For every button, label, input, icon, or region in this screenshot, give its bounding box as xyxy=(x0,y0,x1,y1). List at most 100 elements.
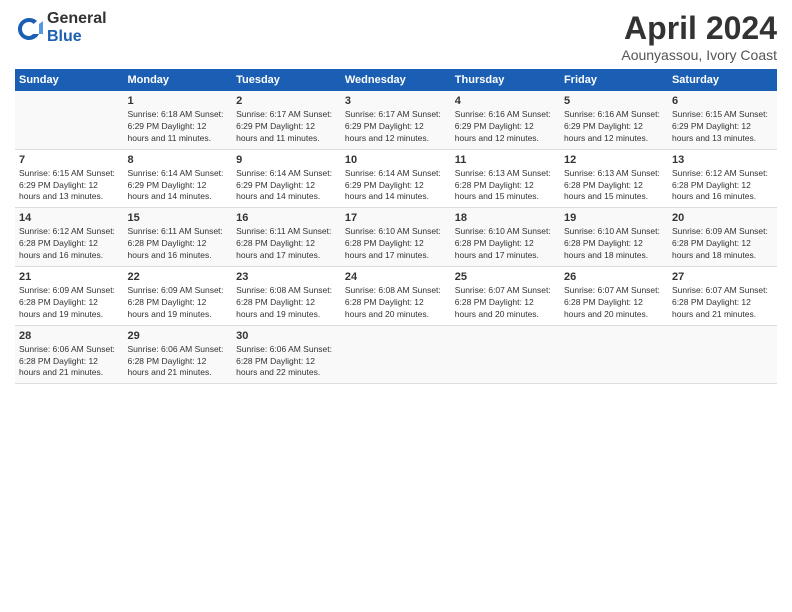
title-block: April 2024 Aounyassou, Ivory Coast xyxy=(621,10,777,63)
week-row-3: 21 Sunrise: 6:09 AM Sunset: 6:28 PM Dayli… xyxy=(15,267,777,326)
header-friday: Friday xyxy=(560,69,668,91)
day-cell: 10Sunrise: 6:14 AM Sunset: 6:29 PM Dayli… xyxy=(341,149,451,208)
day-info: Sunrise: 6:14 AM Sunset: 6:29 PM Dayligh… xyxy=(345,168,447,204)
day-number: 7 xyxy=(19,154,119,166)
day-cell xyxy=(15,91,123,149)
day-info: Sunrise: 6:18 AM Sunset: 6:29 PM Dayligh… xyxy=(127,109,228,145)
day-number: 17 xyxy=(345,212,447,224)
day-cell: 13Sunrise: 6:12 AM Sunset: 6:28 PM Dayli… xyxy=(668,149,777,208)
title-month: April 2024 xyxy=(621,10,777,47)
day-cell: 3 Sunrise: 6:17 AM Sunset: 6:29 PM Daylig… xyxy=(341,91,451,149)
day-cell: 16Sunrise: 6:11 AM Sunset: 6:28 PM Dayli… xyxy=(232,208,341,267)
day-number: 29 xyxy=(127,330,228,342)
day-info: Sunrise: 6:09 AM Sunset: 6:28 PM Dayligh… xyxy=(672,226,773,262)
day-info: Sunrise: 6:15 AM Sunset: 6:29 PM Dayligh… xyxy=(672,109,773,145)
day-info: Sunrise: 6:11 AM Sunset: 6:28 PM Dayligh… xyxy=(127,226,228,262)
day-cell: 19 Sunrise: 6:10 AM Sunset: 6:28 PM Dayli… xyxy=(560,208,668,267)
day-number: 8 xyxy=(127,154,228,166)
header-row: Sunday Monday Tuesday Wednesday Thursday… xyxy=(15,69,777,91)
day-info: Sunrise: 6:06 AM Sunset: 6:28 PM Dayligh… xyxy=(127,344,228,380)
day-info: Sunrise: 6:17 AM Sunset: 6:29 PM Dayligh… xyxy=(236,109,337,145)
day-number: 1 xyxy=(127,95,228,107)
day-cell: 27 Sunrise: 6:07 AM Sunset: 6:28 PM Dayli… xyxy=(668,267,777,326)
day-cell: 17 Sunrise: 6:10 AM Sunset: 6:28 PM Dayli… xyxy=(341,208,451,267)
header-thursday: Thursday xyxy=(451,69,560,91)
day-info: Sunrise: 6:08 AM Sunset: 6:28 PM Dayligh… xyxy=(345,285,447,321)
day-number: 12 xyxy=(564,154,664,166)
day-number: 4 xyxy=(455,95,556,107)
day-cell: 9Sunrise: 6:14 AM Sunset: 6:29 PM Daylig… xyxy=(232,149,341,208)
day-number: 3 xyxy=(345,95,447,107)
day-cell: 24 Sunrise: 6:08 AM Sunset: 6:28 PM Dayli… xyxy=(341,267,451,326)
day-cell xyxy=(560,325,668,384)
header-sunday: Sunday xyxy=(15,69,123,91)
logo-general-text: General xyxy=(47,10,107,28)
day-cell: 14 Sunrise: 6:12 AM Sunset: 6:28 PM Dayli… xyxy=(15,208,123,267)
day-info: Sunrise: 6:09 AM Sunset: 6:28 PM Dayligh… xyxy=(19,285,119,321)
day-number: 14 xyxy=(19,212,119,224)
day-cell: 26Sunrise: 6:07 AM Sunset: 6:28 PM Dayli… xyxy=(560,267,668,326)
day-cell: 11 Sunrise: 6:13 AM Sunset: 6:28 PM Dayli… xyxy=(451,149,560,208)
day-number: 23 xyxy=(236,271,337,283)
header-monday: Monday xyxy=(123,69,232,91)
header-saturday: Saturday xyxy=(668,69,777,91)
day-number: 6 xyxy=(672,95,773,107)
day-cell: 18Sunrise: 6:10 AM Sunset: 6:28 PM Dayli… xyxy=(451,208,560,267)
day-cell: 4 Sunrise: 6:16 AM Sunset: 6:29 PM Daylig… xyxy=(451,91,560,149)
day-info: Sunrise: 6:10 AM Sunset: 6:28 PM Dayligh… xyxy=(564,226,664,262)
week-row-0: 1 Sunrise: 6:18 AM Sunset: 6:29 PM Daylig… xyxy=(15,91,777,149)
day-cell: 30 Sunrise: 6:06 AM Sunset: 6:28 PM Dayli… xyxy=(232,325,341,384)
day-cell: 20Sunrise: 6:09 AM Sunset: 6:28 PM Dayli… xyxy=(668,208,777,267)
day-number: 21 xyxy=(19,271,119,283)
day-number: 22 xyxy=(127,271,228,283)
day-info: Sunrise: 6:06 AM Sunset: 6:28 PM Dayligh… xyxy=(236,344,337,380)
day-number: 28 xyxy=(19,330,119,342)
day-info: Sunrise: 6:07 AM Sunset: 6:28 PM Dayligh… xyxy=(672,285,773,321)
page: General Blue April 2024 Aounyassou, Ivor… xyxy=(0,0,792,612)
day-cell: 8 Sunrise: 6:14 AM Sunset: 6:29 PM Daylig… xyxy=(123,149,232,208)
day-cell: 5 Sunrise: 6:16 AM Sunset: 6:29 PM Daylig… xyxy=(560,91,668,149)
day-info: Sunrise: 6:16 AM Sunset: 6:29 PM Dayligh… xyxy=(564,109,664,145)
day-cell: 21 Sunrise: 6:09 AM Sunset: 6:28 PM Dayli… xyxy=(15,267,123,326)
day-cell xyxy=(668,325,777,384)
day-info: Sunrise: 6:14 AM Sunset: 6:29 PM Dayligh… xyxy=(236,168,337,204)
day-cell: 15 Sunrise: 6:11 AM Sunset: 6:28 PM Dayli… xyxy=(123,208,232,267)
day-cell xyxy=(451,325,560,384)
day-info: Sunrise: 6:13 AM Sunset: 6:28 PM Dayligh… xyxy=(455,168,556,204)
day-info: Sunrise: 6:09 AM Sunset: 6:28 PM Dayligh… xyxy=(127,285,228,321)
day-number: 24 xyxy=(345,271,447,283)
day-cell: 29 Sunrise: 6:06 AM Sunset: 6:28 PM Dayli… xyxy=(123,325,232,384)
title-location: Aounyassou, Ivory Coast xyxy=(621,47,777,63)
day-info: Sunrise: 6:16 AM Sunset: 6:29 PM Dayligh… xyxy=(455,109,556,145)
day-number: 15 xyxy=(127,212,228,224)
week-row-4: 28 Sunrise: 6:06 AM Sunset: 6:28 PM Dayli… xyxy=(15,325,777,384)
day-cell: 7 Sunrise: 6:15 AM Sunset: 6:29 PM Daylig… xyxy=(15,149,123,208)
logo-icon xyxy=(15,14,43,42)
day-number: 25 xyxy=(455,271,556,283)
day-number: 19 xyxy=(564,212,664,224)
day-cell: 22 Sunrise: 6:09 AM Sunset: 6:28 PM Dayli… xyxy=(123,267,232,326)
day-info: Sunrise: 6:10 AM Sunset: 6:28 PM Dayligh… xyxy=(345,226,447,262)
day-number: 11 xyxy=(455,154,556,166)
calendar-body: 1 Sunrise: 6:18 AM Sunset: 6:29 PM Daylig… xyxy=(15,91,777,384)
day-cell: 2 Sunrise: 6:17 AM Sunset: 6:29 PM Daylig… xyxy=(232,91,341,149)
day-info: Sunrise: 6:13 AM Sunset: 6:28 PM Dayligh… xyxy=(564,168,664,204)
day-info: Sunrise: 6:15 AM Sunset: 6:29 PM Dayligh… xyxy=(19,168,119,204)
day-info: Sunrise: 6:12 AM Sunset: 6:28 PM Dayligh… xyxy=(19,226,119,262)
header-tuesday: Tuesday xyxy=(232,69,341,91)
logo-blue-text: Blue xyxy=(47,28,107,46)
day-cell: 25Sunrise: 6:07 AM Sunset: 6:28 PM Dayli… xyxy=(451,267,560,326)
day-number: 30 xyxy=(236,330,337,342)
day-info: Sunrise: 6:07 AM Sunset: 6:28 PM Dayligh… xyxy=(564,285,664,321)
day-number: 13 xyxy=(672,154,773,166)
day-info: Sunrise: 6:14 AM Sunset: 6:29 PM Dayligh… xyxy=(127,168,228,204)
day-number: 18 xyxy=(455,212,556,224)
day-number: 2 xyxy=(236,95,337,107)
logo-text: General Blue xyxy=(47,10,107,45)
logo: General Blue xyxy=(15,10,107,45)
day-number: 5 xyxy=(564,95,664,107)
day-info: Sunrise: 6:17 AM Sunset: 6:29 PM Dayligh… xyxy=(345,109,447,145)
day-number: 27 xyxy=(672,271,773,283)
day-cell: 6 Sunrise: 6:15 AM Sunset: 6:29 PM Daylig… xyxy=(668,91,777,149)
day-info: Sunrise: 6:11 AM Sunset: 6:28 PM Dayligh… xyxy=(236,226,337,262)
